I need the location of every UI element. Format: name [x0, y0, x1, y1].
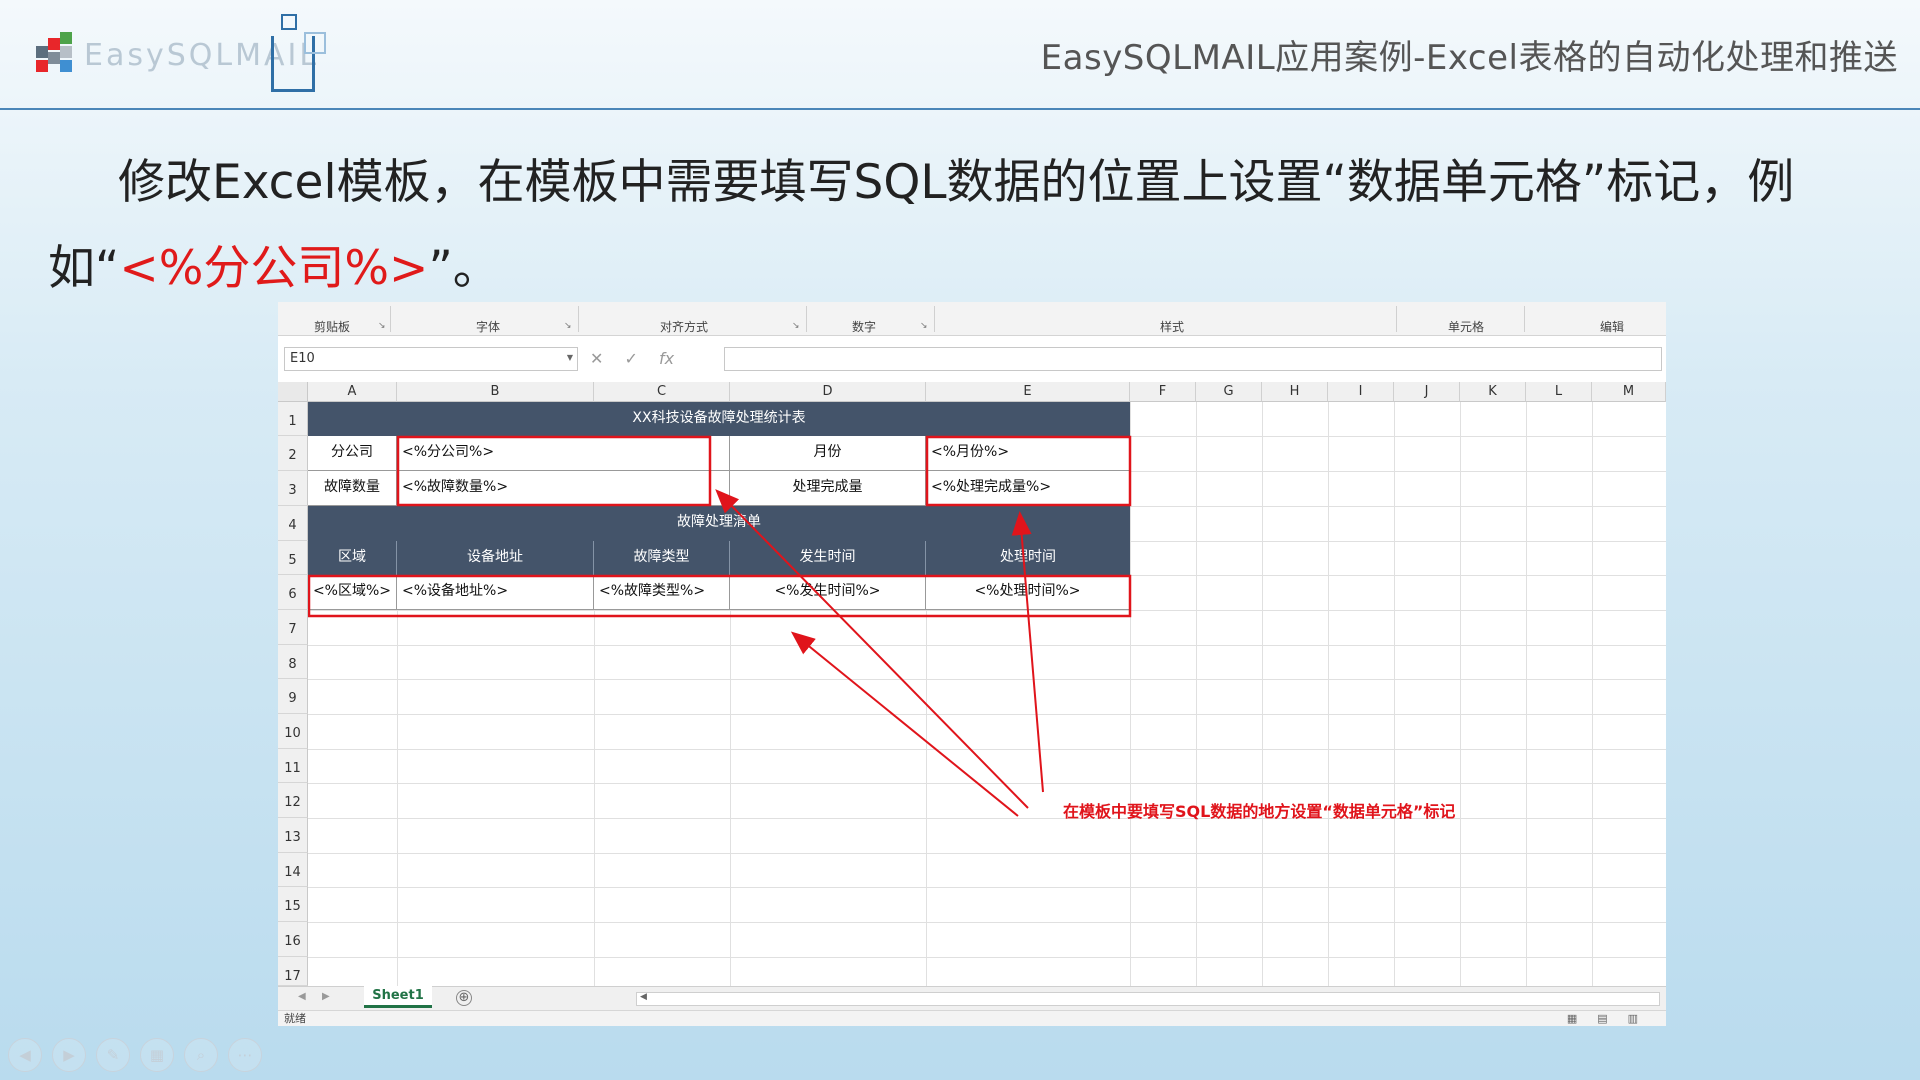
cubes-logo-icon [36, 32, 72, 72]
row-header-3[interactable]: 3 [278, 471, 308, 506]
excel-ribbon: 剪贴板 ↘ 字体 ↘ 对齐方式 ↘ 数字 ↘ 样式 单元格 编辑 [278, 302, 1666, 336]
paragraph-line-2: 如“<%分公司%>”。 [48, 226, 1878, 312]
tab-scroll-right-icon[interactable]: ▶ [322, 991, 330, 1002]
column-header-c[interactable]: C [594, 382, 730, 402]
slide-title: EasySQLMAIL应用案例-Excel表格的自动化处理和推送 [1040, 38, 1898, 78]
row-header-7[interactable]: 7 [278, 610, 308, 645]
select-all-corner[interactable] [278, 382, 308, 402]
pen-icon[interactable]: ✎ [96, 1038, 130, 1072]
cell-area[interactable]: XX科技设备故障处理统计表 分公司 <%分公司%> 月份 <%月份%> 故障数量… [308, 402, 1666, 986]
slide-header: EasySQLMAIL EasySQLMAIL应用案例-Excel表格的自动化处… [0, 0, 1920, 110]
row-header-8[interactable]: 8 [278, 645, 308, 679]
insert-function-icon[interactable]: fx [659, 349, 674, 368]
logo-frame-tiny [281, 14, 297, 30]
row-header-12[interactable]: 12 [278, 783, 308, 818]
row-header-10[interactable]: 10 [278, 714, 308, 749]
ribbon-group-clipboard[interactable]: 剪贴板 [306, 318, 358, 335]
highlight-box-b2-b3 [396, 435, 712, 507]
row-header-9[interactable]: 9 [278, 679, 308, 714]
paragraph-line-1: 修改Excel模板，在模板中需要填写SQL数据的位置上设置“数据单元格”标记，例 [48, 140, 1878, 226]
row-header-5[interactable]: 5 [278, 541, 308, 575]
cancel-icon[interactable]: ✕ [590, 349, 603, 368]
status-bar: 就绪 ▦▤▥ [278, 1010, 1666, 1026]
formula-icons: ✕ ✓ fx [590, 349, 690, 368]
highlight-box-e2-e3 [925, 435, 1132, 507]
dialog-launcher-icon[interactable]: ↘ [792, 321, 800, 331]
dialog-launcher-icon[interactable]: ↘ [378, 321, 386, 331]
column-header-l[interactable]: L [1526, 382, 1592, 402]
ribbon-group-editing[interactable]: 编辑 [1590, 318, 1634, 335]
paragraph-line-1-text: 修改Excel模板，在模板中需要填写SQL数据的位置上设置“数据单元格”标记，例 [118, 155, 1795, 210]
annotation-label: 在模板中要填写SQL数据的地方设置“数据单元格”标记 [1063, 802, 1456, 821]
column-header-d[interactable]: D [730, 382, 926, 402]
row-header-16[interactable]: 16 [278, 922, 308, 957]
dialog-launcher-icon[interactable]: ↘ [920, 321, 928, 331]
column-header-i[interactable]: I [1328, 382, 1394, 402]
row-header-13[interactable]: 13 [278, 818, 308, 853]
column-header-b[interactable]: B [397, 382, 594, 402]
scroll-left-arrow-icon[interactable]: ◀ [640, 992, 647, 1002]
row-header-11[interactable]: 11 [278, 749, 308, 783]
ribbon-group-font[interactable]: 字体 [462, 318, 514, 335]
instruction-paragraph: 修改Excel模板，在模板中需要填写SQL数据的位置上设置“数据单元格”标记，例… [48, 140, 1878, 312]
column-header-f[interactable]: F [1130, 382, 1196, 402]
previous-slide-icon[interactable]: ◀ [8, 1038, 42, 1072]
formula-bar: E10 ▼ ✕ ✓ fx [278, 345, 1666, 373]
row-header-6[interactable]: 6 [278, 575, 308, 610]
row-header-1[interactable]: 1 [278, 402, 308, 436]
arrow-to-row6 [790, 631, 1019, 817]
column-header-h[interactable]: H [1262, 382, 1328, 402]
column-header-m[interactable]: M [1592, 382, 1666, 402]
example-marker-text: <%分公司%> [119, 241, 429, 296]
row-header-2[interactable]: 2 [278, 436, 308, 471]
ribbon-group-number[interactable]: 数字 [842, 318, 886, 335]
add-sheet-icon[interactable]: ⊕ [456, 990, 472, 1006]
status-text: 就绪 [284, 1012, 306, 1025]
row-header-4[interactable]: 4 [278, 506, 308, 541]
sheet-tab-bar: ◀ ▶ Sheet1 ⊕ ◀ [278, 986, 1666, 1010]
column-header-g[interactable]: G [1196, 382, 1262, 402]
column-header-e[interactable]: E [926, 382, 1130, 402]
arrow-to-e3 [1011, 511, 1044, 793]
sheet-tab-sheet1[interactable]: Sheet1 [364, 986, 432, 1008]
formula-input[interactable] [724, 347, 1662, 371]
next-slide-icon[interactable]: ▶ [52, 1038, 86, 1072]
paragraph-line-2-suffix: ”。 [428, 241, 500, 296]
paragraph-line-2-prefix: 如“ [48, 241, 120, 296]
more-options-icon[interactable]: ⋯ [228, 1038, 262, 1072]
name-box[interactable]: E10 ▼ [284, 347, 578, 371]
annotation-overlay [308, 435, 1132, 817]
logo-frame-small [304, 32, 326, 54]
slide-grid-icon[interactable]: ▦ [140, 1038, 174, 1072]
easysqlmail-logo: EasySQLMAIL [34, 12, 334, 94]
enter-icon[interactable]: ✓ [625, 349, 638, 368]
horizontal-scrollbar[interactable]: ◀ [636, 992, 1660, 1006]
highlight-box-row6 [308, 574, 1132, 618]
view-mode-icons[interactable]: ▦▤▥ [1567, 1011, 1658, 1026]
ribbon-group-cells[interactable]: 单元格 [1438, 318, 1494, 335]
zoom-icon[interactable]: ⌕ [184, 1038, 218, 1072]
row-header-14[interactable]: 14 [278, 853, 308, 887]
column-header-k[interactable]: K [1460, 382, 1526, 402]
row-header-17[interactable]: 17 [278, 957, 308, 986]
ribbon-group-alignment[interactable]: 对齐方式 [650, 318, 718, 335]
column-header-j[interactable]: J [1394, 382, 1460, 402]
dialog-launcher-icon[interactable]: ↘ [564, 321, 572, 331]
name-box-value: E10 [290, 351, 315, 366]
dropdown-arrow-icon[interactable]: ▼ [567, 353, 573, 362]
excel-window: 剪贴板 ↘ 字体 ↘ 对齐方式 ↘ 数字 ↘ 样式 单元格 编辑 E10 ▼ ✕ … [278, 302, 1666, 1026]
column-header-a[interactable]: A [308, 382, 397, 402]
ribbon-group-styles[interactable]: 样式 [1150, 318, 1194, 335]
row-header-15[interactable]: 15 [278, 887, 308, 922]
tab-scroll-left-icon[interactable]: ◀ [298, 991, 306, 1002]
arrow-to-b3 [715, 489, 1029, 809]
